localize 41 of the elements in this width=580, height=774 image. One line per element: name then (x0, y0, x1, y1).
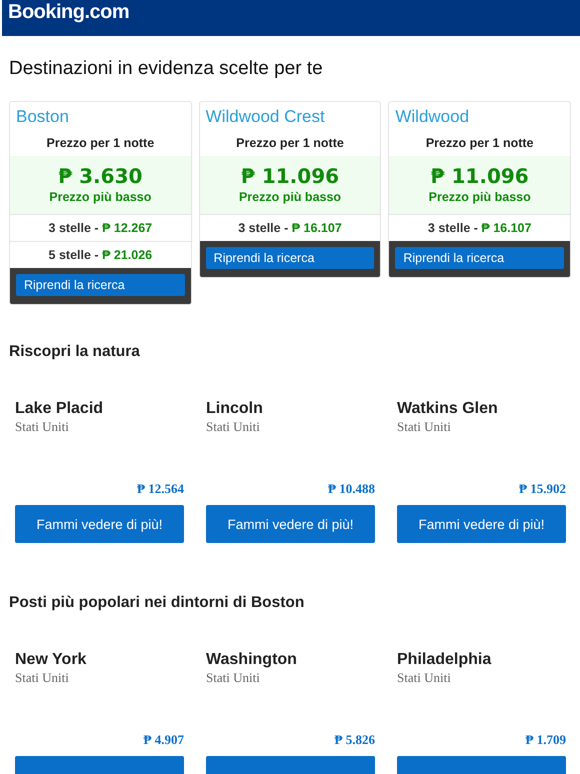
destination-name[interactable]: Lake Placid (15, 400, 184, 418)
item-price: ₱ 4.907 (144, 732, 184, 748)
item-price: ₱ 12.564 (137, 481, 184, 497)
country-label: Stati Uniti (206, 419, 261, 435)
city-link[interactable]: Wildwood Crest (200, 102, 380, 131)
country-label: Stati Uniti (206, 670, 261, 686)
price-note: Prezzo più basso (238, 190, 342, 204)
destination-name[interactable]: New York (15, 651, 184, 669)
item-price: ₱ 5.826 (334, 732, 375, 748)
price-label: Prezzo per 1 notte (424, 135, 535, 152)
lowest-price: ₱ 11.096 (240, 164, 340, 188)
show-more-button[interactable]: Fammi vedere di più! (15, 505, 184, 543)
country-label: Stati Uniti (397, 670, 452, 686)
destination-name[interactable]: Watkins Glen (397, 400, 566, 418)
lowest-price: ₱ 11.096 (430, 164, 530, 188)
show-more-button[interactable]: Fammi vedere di più! (206, 505, 375, 543)
resume-search-button[interactable]: Riprendi la ricerca (206, 247, 374, 269)
item-price: ₱ 15.902 (519, 481, 566, 497)
destination-name[interactable]: Philadelphia (397, 651, 566, 669)
city-link[interactable]: Wildwood (389, 102, 570, 131)
section-heading: Posti più popolari nei dintorni di Boston (9, 594, 306, 612)
destination-name[interactable]: Washington (206, 651, 375, 669)
price-label: Prezzo per 1 notte (235, 135, 345, 152)
resume-search-button[interactable]: Riprendi la ricerca (16, 274, 185, 296)
country-label: Stati Uniti (15, 419, 70, 435)
country-label: Stati Uniti (397, 419, 452, 435)
section-title: Destinazioni in evidenza scelte per te (9, 58, 324, 80)
price-label: Prezzo per 1 notte (46, 135, 156, 152)
city-link[interactable]: Boston (10, 102, 191, 131)
country-label: Stati Uniti (15, 670, 70, 686)
star-price-row: 3 stelle - ₱ 12.267 (10, 214, 191, 241)
lowest-price: ₱ 3.630 (57, 164, 144, 188)
destination-name[interactable]: Lincoln (206, 400, 375, 418)
price-note: Prezzo più basso (428, 190, 532, 204)
item-price: ₱ 10.488 (328, 481, 375, 497)
item-price: ₱ 1.709 (526, 732, 566, 748)
logo[interactable]: Booking.com (8, 2, 130, 22)
price-note: Prezzo più basso (48, 190, 152, 204)
show-more-button[interactable]: Fammi vedere di più! (397, 505, 566, 543)
section-heading: Riscopri la natura (9, 343, 141, 361)
resume-search-button[interactable]: Riprendi la ricerca (395, 247, 564, 269)
